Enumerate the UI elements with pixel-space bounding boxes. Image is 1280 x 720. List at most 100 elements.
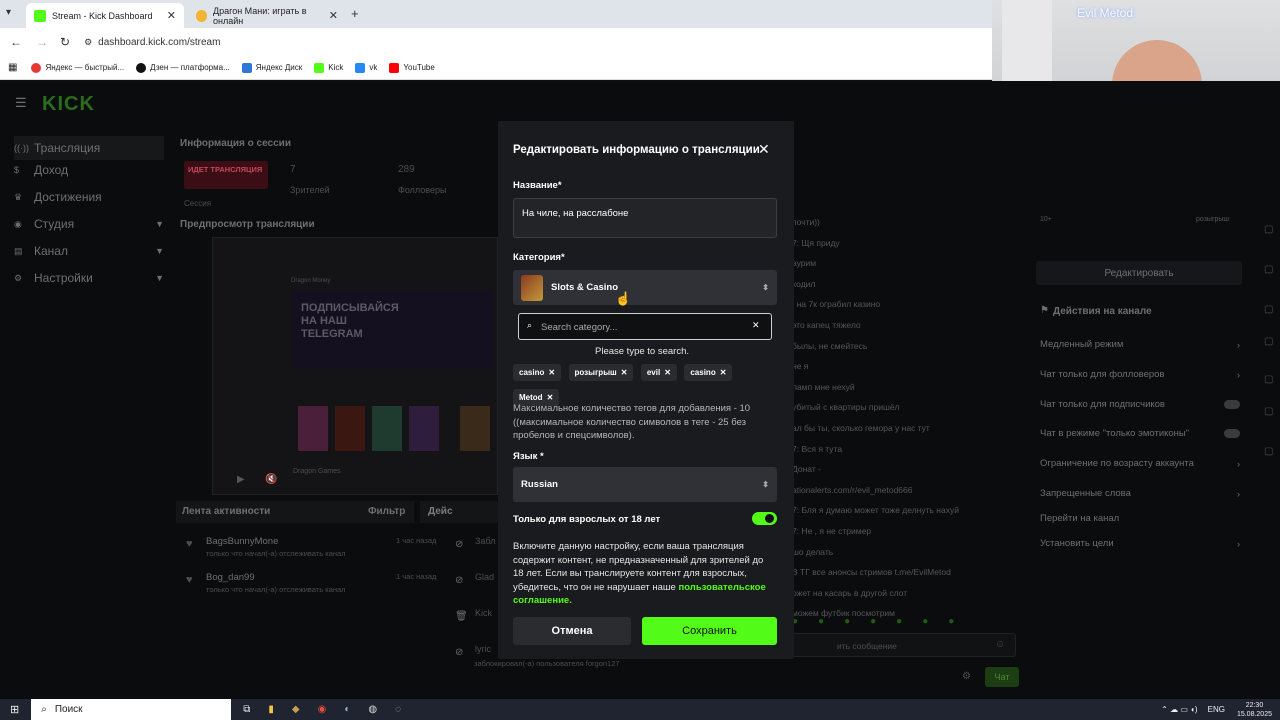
- app-icon[interactable]: ◌: [395, 704, 401, 715]
- stream-preview[interactable]: ПОДПИСЫВАЙСЯ НА НАШ TELEGRAM Dragon Mone…: [212, 237, 498, 495]
- search-hint: Please type to search.: [595, 346, 689, 357]
- filter-button[interactable]: Фильтр: [368, 506, 405, 517]
- tag-label: casino: [519, 368, 545, 377]
- tags-note: Максимальное количество тегов для добавл…: [513, 403, 751, 441]
- chevron-right-icon: ›: [1237, 458, 1240, 469]
- play-icon[interactable]: ▶: [237, 474, 245, 485]
- studio-icon: ◉: [14, 218, 22, 229]
- close-tab-icon[interactable]: ✕: [329, 9, 338, 22]
- tab-title: Драгон Мани: играть в онлайн: [213, 5, 307, 26]
- search-icon: ⌕: [41, 704, 47, 715]
- sidebar-item-stream[interactable]: ((·)) Трансляция: [14, 136, 164, 160]
- tab-title: Stream - Kick Dashboard: [52, 10, 153, 21]
- apps-grid-icon[interactable]: ▦: [8, 62, 17, 73]
- live-badge: ИДЕТ ТРАНСЛЯЦИЯ: [184, 161, 268, 189]
- url-field[interactable]: dashboard.kick.com/stream: [98, 37, 220, 48]
- moderation-item[interactable]: Медленный режим ›: [1040, 339, 1240, 350]
- toggle-switch[interactable]: [1224, 429, 1240, 438]
- obs-icon[interactable]: ◍: [368, 704, 377, 715]
- tab-list-icon[interactable]: ▾: [6, 7, 11, 18]
- moderation-item[interactable]: Чат в режиме "только эмотиконы": [1040, 428, 1240, 439]
- sidebar-item-income[interactable]: $ Доход: [14, 163, 164, 177]
- chat-send-button[interactable]: Чат: [985, 667, 1019, 687]
- bookmark-vk[interactable]: vk: [355, 62, 377, 73]
- emote-icons[interactable]: ●●●●●●●: [792, 616, 974, 627]
- kick-icon: [314, 62, 325, 73]
- rail-icon[interactable]: ▢: [1264, 264, 1273, 275]
- task-view-icon[interactable]: ⧉: [243, 704, 250, 715]
- sidebar-item-studio[interactable]: ◉ Студия ▼: [14, 217, 164, 231]
- sidebar-item-settings[interactable]: ⚙ Настройки ▼: [14, 271, 164, 285]
- moderation-item[interactable]: Чат только для подписчиков: [1040, 399, 1240, 410]
- language-select[interactable]: Russian ⬍: [513, 467, 777, 502]
- chrome-icon[interactable]: ◉: [318, 704, 327, 715]
- windows-start-icon[interactable]: ⊞: [10, 703, 19, 716]
- tray-icons[interactable]: ⌃ ☁ ▭ ◖): [1161, 705, 1197, 714]
- moderation-item[interactable]: Чат только для фолловеров ›: [1040, 369, 1240, 380]
- menu-icon[interactable]: ☰: [15, 95, 27, 111]
- back-icon[interactable]: ←: [10, 35, 22, 49]
- category-search-input[interactable]: ⌕ Search category... ✕: [518, 313, 772, 340]
- edit-button[interactable]: Редактировать: [1036, 261, 1242, 285]
- moderation-item[interactable]: Установить цели ›: [1040, 538, 1240, 549]
- activity-user[interactable]: BagsBunnyMone: [206, 536, 278, 547]
- file-explorer-icon[interactable]: ▮: [268, 704, 274, 715]
- app-icon[interactable]: ◆: [292, 704, 300, 715]
- category-select[interactable]: Slots & Casino ⬍: [513, 270, 777, 305]
- clock[interactable]: 22:30 15.08.2025: [1237, 701, 1272, 719]
- kick-logo[interactable]: KICK: [42, 93, 95, 116]
- cancel-button[interactable]: Отмена: [513, 617, 631, 645]
- site-info-icon[interactable]: ⚙: [84, 37, 92, 48]
- emoji-icon[interactable]: ☺: [995, 639, 1005, 650]
- gear-icon: ⚙: [14, 272, 23, 283]
- chat-input[interactable]: ить сообщение ☺: [790, 633, 1016, 657]
- bookmark-dzen[interactable]: Дзен — платформа...: [136, 62, 230, 73]
- chat-message: аурим: [792, 258, 817, 269]
- close-icon[interactable]: ✕: [758, 141, 770, 158]
- remove-tag-icon[interactable]: ✕: [548, 368, 555, 377]
- bookmark-yandex-disk[interactable]: Яндекс Диск: [241, 62, 302, 73]
- bookmark-yandex[interactable]: Яндекс — быстрый...: [31, 62, 124, 73]
- stream-title-input[interactable]: На чиле, на расслабоне: [513, 198, 777, 238]
- adult-toggle[interactable]: [752, 512, 777, 525]
- activity-user[interactable]: Bog_dan99: [206, 572, 255, 583]
- remove-tag-icon[interactable]: ✕: [720, 368, 727, 377]
- moderation-item[interactable]: Перейти на канал: [1040, 513, 1240, 524]
- steam-icon[interactable]: ◐: [344, 704, 350, 715]
- moderation-item[interactable]: Ограничение по возрасту аккаунта ›: [1040, 458, 1240, 469]
- rail-icon[interactable]: ▢: [1264, 406, 1273, 417]
- forward-icon[interactable]: →: [36, 35, 48, 49]
- rail-icon[interactable]: ▢: [1264, 304, 1273, 315]
- bookmark-kick[interactable]: Kick: [314, 62, 343, 73]
- moderation-item[interactable]: Запрещенные слова ›: [1040, 488, 1240, 499]
- sidebar-item-achievements[interactable]: ♛ Достижения: [14, 190, 164, 204]
- tab-kick-dashboard[interactable]: Stream - Kick Dashboard ✕: [26, 3, 184, 28]
- ban-icon: ⊘: [455, 575, 464, 586]
- remove-tag-icon[interactable]: ✕: [664, 368, 671, 377]
- rail-icon[interactable]: ▢: [1264, 336, 1273, 347]
- save-button[interactable]: Сохранить: [642, 617, 777, 645]
- tab-dragon-money[interactable]: Драгон Мани: играть в онлайн ✕: [188, 3, 346, 28]
- remove-tag-icon[interactable]: ✕: [547, 393, 554, 402]
- sidebar-item-channel[interactable]: ▤ Канал ▼: [14, 244, 164, 258]
- clear-search-icon[interactable]: ✕: [752, 320, 760, 331]
- right-rail: ▢ ▢ ▢ ▢ ▢ ▢ ▢: [1258, 216, 1280, 566]
- toggle-switch[interactable]: [1224, 400, 1240, 409]
- close-tab-icon[interactable]: ✕: [167, 9, 176, 22]
- tag-chip[interactable]: casino ✕: [513, 364, 562, 381]
- language-indicator[interactable]: ENG: [1208, 705, 1225, 714]
- chat-settings-icon[interactable]: ⚙: [962, 671, 971, 682]
- remove-tag-icon[interactable]: ✕: [621, 368, 628, 377]
- rail-icon[interactable]: ▢: [1264, 374, 1273, 385]
- tag-chip[interactable]: casino ✕: [684, 364, 733, 381]
- chevron-right-icon: ›: [1237, 538, 1240, 549]
- rail-icon[interactable]: ▢: [1264, 224, 1273, 235]
- rail-icon[interactable]: ▢: [1264, 446, 1273, 457]
- mute-icon[interactable]: 🔇: [265, 474, 277, 485]
- bookmark-youtube[interactable]: YouTube: [389, 62, 435, 73]
- new-tab-button[interactable]: +: [351, 6, 359, 21]
- taskbar-search[interactable]: ⌕ Поиск: [31, 699, 232, 720]
- tag-chip[interactable]: evil ✕: [640, 364, 677, 381]
- tag-chip[interactable]: розыгрыш ✕: [568, 364, 634, 381]
- reload-icon[interactable]: ↻: [60, 35, 70, 49]
